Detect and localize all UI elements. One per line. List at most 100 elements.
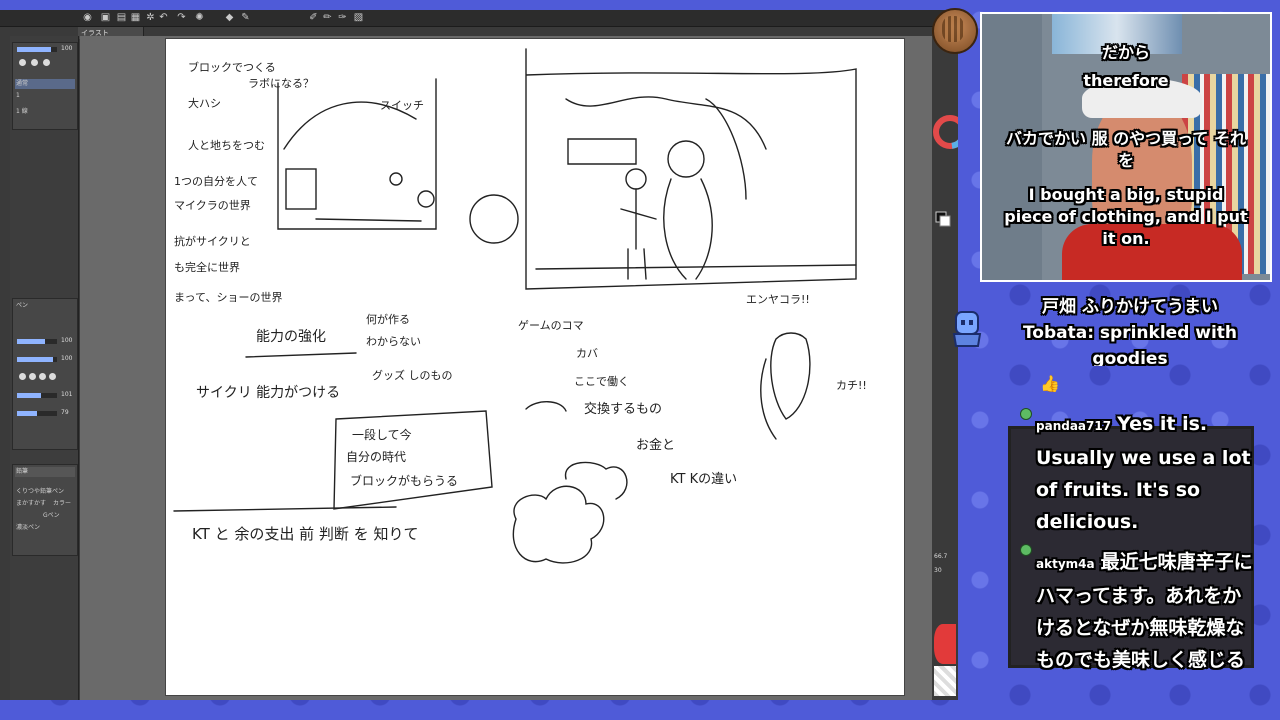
brush-item[interactable]: くりつや鉛筆ペン <box>16 487 64 496</box>
opacity-value: 100 <box>61 45 73 52</box>
brush-angle-slider[interactable] <box>17 411 57 416</box>
caption-jp: 戸畑 ふりかけてうまい <box>1042 297 1218 317</box>
brush-tip-icon[interactable] <box>39 373 46 380</box>
subtitle-en-2: I bought a big, stupid piece of clothing… <box>1004 185 1248 248</box>
brush-list-title: 鉛筆 <box>16 468 29 475</box>
note: ここで働く <box>574 375 629 388</box>
layer-properties-block: 100 通常 1 1 線 <box>12 42 78 130</box>
note: 能力の強化 <box>256 329 326 345</box>
chat-message: pandaa717 Yes it is. Usually we use a lot… <box>1036 408 1256 538</box>
right-color-strip: 66.7 30 <box>932 36 958 700</box>
zoom-value: 66.7 <box>934 553 948 560</box>
note: 自分の時代 <box>346 450 406 464</box>
note: 抗がサイクリと <box>174 234 251 248</box>
pencil-icon[interactable]: ✐ <box>308 12 319 23</box>
note: マイクラの世界 <box>174 199 251 212</box>
app-toolbar: ◉ ▣ ▤ ▦ ✲ ↶ ↷ ✺ ◆ ✎ ✐ ✏ ✑ ▧ <box>0 10 958 27</box>
fill-icon[interactable]: ▧ <box>353 12 364 23</box>
brush-tip-icon[interactable] <box>29 373 36 380</box>
brush-item[interactable]: Gペン <box>43 511 60 520</box>
note: ゲームのコマ <box>518 319 584 332</box>
caption-strip: 戸畑 ふりかけてうまい Tobata: sprinkled with goodi… <box>1000 294 1260 366</box>
caption-en: Tobata: sprinkled with goodies <box>1022 323 1238 366</box>
subtitle-en-1: therefore <box>1083 71 1169 90</box>
brush-angle-value: 79 <box>61 409 69 416</box>
mascot-icon <box>952 311 982 347</box>
note: 大ハシ <box>188 96 221 110</box>
brush-stabilize-slider[interactable] <box>17 393 57 398</box>
brush-density-value: 100 <box>61 355 73 362</box>
chat-message: aktym4a 最近七味唐辛子にハマってます。あれをかけるとなぜか無味乾燥なもので… <box>1036 546 1256 676</box>
brush-density-slider[interactable] <box>17 357 57 362</box>
loading-icon[interactable]: ✺ <box>194 12 205 23</box>
brush-icon[interactable]: ✏ <box>322 12 333 23</box>
settings-icon[interactable]: ✲ <box>145 12 156 23</box>
swatch-checker[interactable] <box>934 666 956 696</box>
note: カチ!! <box>836 379 867 392</box>
color-swatch-icon[interactable] <box>19 59 26 66</box>
user-badge-icon <box>1020 544 1032 556</box>
undo-icon[interactable]: ↶ <box>158 12 169 23</box>
opacity-slider[interactable] <box>17 47 57 52</box>
user-badge-icon <box>1020 408 1032 420</box>
brush-settings-block: ペン 100 100 101 79 <box>12 298 78 450</box>
subtitle-jp-2: バカでかい 服 のやつ買って それを <box>1006 129 1246 170</box>
color-wheel-icon[interactable] <box>932 92 958 292</box>
note: 交換するもの <box>584 401 662 417</box>
brush-stabilize-value: 101 <box>61 391 73 398</box>
note: KT Kの違い <box>670 472 737 487</box>
transform-icon[interactable]: ◆ <box>224 12 235 23</box>
note: カバ <box>576 347 598 360</box>
note: 何が作る <box>366 312 410 326</box>
brush-item[interactable]: まかすかす <box>16 499 46 508</box>
note: ブロックがもらうる <box>350 473 458 488</box>
color-label: カラー <box>53 500 72 507</box>
folder-icon[interactable]: ▣ <box>100 12 111 23</box>
layer-name[interactable]: 1 <box>16 91 20 100</box>
paint-app-window: ◉ ▣ ▤ ▦ ✲ ↶ ↷ ✺ ◆ ✎ ✐ ✏ ✑ ▧ イラスト 100 通常 … <box>0 10 958 700</box>
note: 1つの自分を人て <box>174 175 258 188</box>
thumbs-up-emoji: 👍 <box>1040 374 1060 393</box>
note: ブロックでつくる <box>188 60 276 74</box>
eye-icon[interactable]: ◉ <box>82 12 93 23</box>
brush-size-slider[interactable] <box>17 339 57 344</box>
note: ラボになる？ <box>248 77 314 90</box>
brush-group-label: ペン <box>16 302 29 309</box>
streamer-avatar <box>932 8 978 54</box>
brush-item[interactable]: 濃淡ペン <box>16 523 40 532</box>
note: グッズ しのもの <box>372 368 453 382</box>
eraser-icon[interactable]: ✑ <box>337 12 348 23</box>
layer-mode-label: 通常 <box>16 80 29 87</box>
chat-overlay: 👍 pandaa717 Yes it is. Usually we use a l… <box>976 374 1280 720</box>
redo-icon[interactable]: ↷ <box>176 12 187 23</box>
note: 一段して今 <box>352 427 412 442</box>
brush-size-value: 100 <box>61 337 73 344</box>
layer-sub[interactable]: 1 線 <box>16 107 28 116</box>
pen-icon[interactable]: ✎ <box>240 12 251 23</box>
save-icon[interactable]: ▤ <box>116 12 127 23</box>
note: も完全に世界 <box>174 260 240 274</box>
drawing-canvas[interactable]: ブロックでつくる ラボになる？ スイッチ 大ハシ 人と地ちをつむ 1つの自分を人… <box>166 39 904 695</box>
brush-tip-icon[interactable] <box>19 373 26 380</box>
note: スイッチ <box>380 99 424 112</box>
note: エンヤコラ!! <box>746 293 810 306</box>
note: KT と 余の支出 前 判断 を 知りて <box>192 525 418 543</box>
grid-icon[interactable]: ▦ <box>130 12 141 23</box>
note: まって、ショーの世界 <box>174 291 282 304</box>
chat-username[interactable]: aktym4a <box>1036 557 1095 571</box>
note: お金と <box>636 437 675 453</box>
webcam-feed: だから therefore バカでかい 服 のやつ買って それを I bough… <box>980 12 1272 282</box>
note: 人と地ちをつむ <box>188 139 265 152</box>
color-swatch-icon[interactable] <box>43 59 50 66</box>
swatch-red[interactable] <box>934 624 956 664</box>
rotation-value: 30 <box>934 567 942 574</box>
subtitle-jp-1: だから <box>1101 43 1150 62</box>
note: わからない <box>366 335 421 348</box>
left-tool-panel: 100 通常 1 1 線 ペン 100 100 101 79 鉛筆 くりつや鉛筆… <box>10 36 79 700</box>
chat-username[interactable]: pandaa717 <box>1036 419 1111 433</box>
sketch-drawing: ブロックでつくる ラボになる？ スイッチ 大ハシ 人と地ちをつむ 1つの自分を人… <box>173 48 867 564</box>
brush-tip-icon[interactable] <box>49 373 56 380</box>
color-swatch-icon[interactable] <box>31 59 38 66</box>
note: サイクリ 能力がつける <box>196 385 340 401</box>
sub-tool-list-block: 鉛筆 くりつや鉛筆ペン まかすかす カラー Gペン 濃淡ペン <box>12 464 78 556</box>
